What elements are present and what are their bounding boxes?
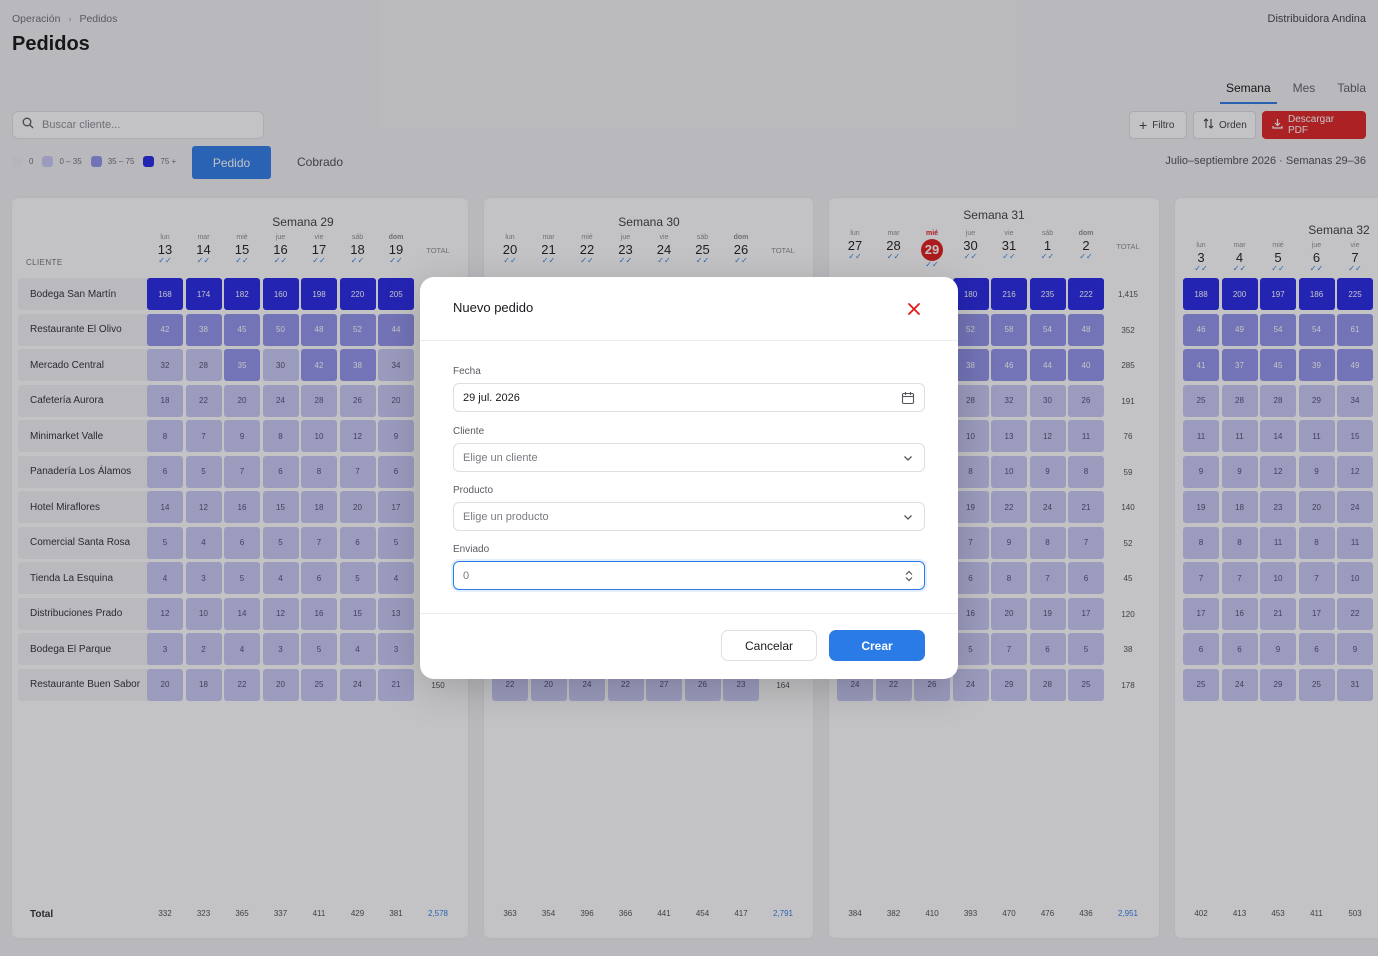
new-order-dialog: Nuevo pedido Fecha 29 jul. 2026 Cliente … <box>420 277 958 679</box>
sent-value: 0 <box>463 569 470 582</box>
enviado-label: Enviado <box>453 544 490 555</box>
cliente-label: Cliente <box>453 426 485 437</box>
chevron-down-icon <box>901 451 915 468</box>
chevron-down-icon <box>901 510 915 527</box>
divider <box>420 340 958 341</box>
divider <box>420 613 958 614</box>
sent-quantity-input[interactable]: 0 <box>453 561 925 590</box>
product-placeholder: Elige un producto <box>463 510 549 523</box>
client-placeholder: Elige un cliente <box>463 451 538 464</box>
product-select[interactable]: Elige un producto <box>453 502 925 531</box>
calendar-icon[interactable] <box>901 391 915 408</box>
fecha-label: Fecha <box>453 366 481 377</box>
producto-label: Producto <box>453 485 494 496</box>
cancel-button[interactable]: Cancelar <box>721 630 817 661</box>
stepper-icon[interactable] <box>903 569 915 586</box>
create-button[interactable]: Crear <box>829 630 925 661</box>
date-value: 29 jul. 2026 <box>463 391 520 404</box>
date-field[interactable]: 29 jul. 2026 <box>453 383 925 412</box>
client-select[interactable]: Elige un cliente <box>453 443 925 472</box>
dialog-title: Nuevo pedido <box>453 300 534 315</box>
close-icon[interactable] <box>906 301 922 317</box>
app-root: Operación › Pedidos Distribuidora Andina… <box>0 0 1378 956</box>
